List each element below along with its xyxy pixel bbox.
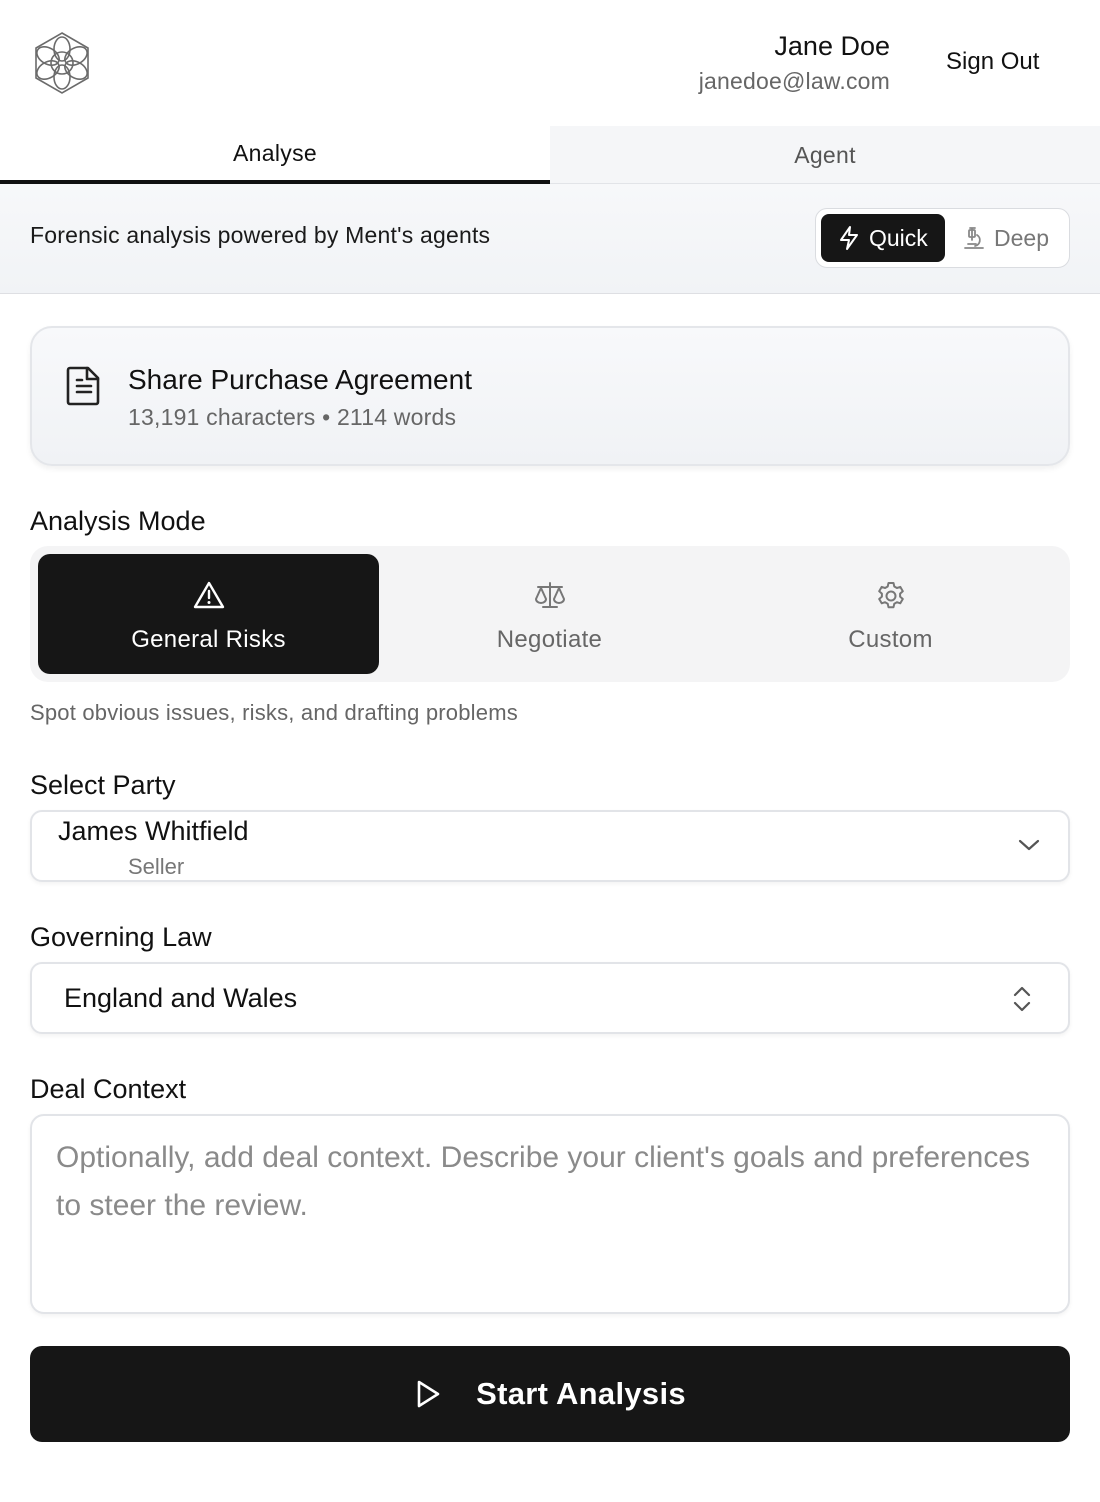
tab-agent[interactable]: Agent [550,126,1100,184]
app-header: Jane Doe janedoe@law.com Sign Out [0,0,1100,126]
user-email: janedoe@law.com [698,68,890,94]
tab-analyse[interactable]: Analyse [0,126,550,184]
mode-general-risks-button[interactable]: General Risks [38,554,379,674]
deep-mode-button[interactable]: Deep [956,214,1064,262]
scales-icon [533,580,567,615]
document-icon [66,364,102,411]
user-name: Jane Doe [774,31,890,61]
analysis-mode-label: Analysis Mode [30,506,206,536]
party-role: Seller [128,854,185,879]
start-analysis-label: Start Analysis [476,1376,686,1411]
deal-context-textarea[interactable] [56,1134,1036,1294]
party-select[interactable]: James Whitfield Seller [30,810,1070,882]
gear-icon [875,580,907,617]
microscope-icon [964,227,984,249]
tagline: Forensic analysis powered by Ment's agen… [30,222,491,248]
governing-law-select[interactable]: England and Wales [30,962,1070,1034]
sign-out-button[interactable]: Sign Out [946,44,1039,80]
logo-icon[interactable] [28,30,96,96]
document-title: Share Purchase Agreement [128,364,472,395]
analysis-band: Forensic analysis powered by Ment's agen… [0,184,1100,294]
party-name: James Whitfield [58,816,249,846]
deal-context-field [30,1114,1070,1314]
mode-custom-button[interactable]: Custom [720,554,1061,674]
deep-mode-label: Deep [994,224,1049,251]
document-card: Share Purchase Agreement 13,191 characte… [30,326,1070,466]
document-meta: 13,191 characters • 2114 words [128,404,457,430]
warning-triangle-icon [192,580,226,615]
main-tabs: Analyse Agent [0,126,1100,184]
mode-general-risks-label: General Risks [131,626,286,653]
lightning-icon [840,226,858,250]
mode-description: Spot obvious issues, risks, and drafting… [30,700,518,725]
select-party-label: Select Party [30,770,176,800]
play-icon [417,1380,440,1408]
user-info: Jane Doe janedoe@law.com [699,28,890,98]
governing-law-value: England and Wales [64,983,298,1013]
governing-law-label: Governing Law [30,922,212,952]
quick-mode-label: Quick [869,224,928,251]
start-analysis-button[interactable]: Start Analysis [30,1346,1070,1442]
deal-context-label: Deal Context [30,1074,187,1104]
quick-mode-button[interactable]: Quick [821,214,945,262]
analysis-mode-selector: General Risks Negotiate Custom [30,546,1070,682]
mode-negotiate-button[interactable]: Negotiate [379,554,720,674]
mode-custom-label: Custom [848,626,933,653]
chevron-up-down-icon [1012,984,1032,1019]
mode-negotiate-label: Negotiate [496,626,603,653]
speed-toggle: Quick Deep [815,208,1070,268]
chevron-down-icon [1018,838,1040,857]
